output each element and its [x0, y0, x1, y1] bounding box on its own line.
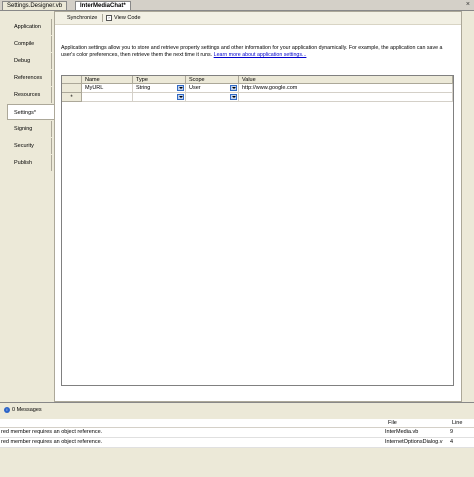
column-header-label: Name: [85, 77, 100, 83]
column-header-value[interactable]: Value: [239, 76, 453, 84]
doc-tab-settings-designer[interactable]: Settings.Designer.vb: [2, 1, 68, 10]
setting-name-cell[interactable]: MyURL: [82, 84, 133, 93]
tab-label: Settings*: [14, 110, 37, 116]
tab-label: References: [14, 75, 43, 81]
settings-grid: Name Type Scope Value MyURL String User …: [61, 75, 454, 386]
column-header-name[interactable]: Name: [82, 76, 133, 84]
tab-label: Security: [14, 143, 34, 149]
right-scroll-strip: [462, 11, 474, 402]
error-file: InternetOptionsDialog.v: [385, 439, 443, 445]
close-icon[interactable]: ×: [466, 0, 470, 10]
error-list-toolbar: i0 Messages: [0, 405, 474, 416]
cell-text: User: [189, 85, 201, 91]
tab-security[interactable]: Security: [8, 138, 52, 154]
error-line: 4: [450, 439, 454, 445]
tab-label: Signing: [14, 126, 33, 132]
project-property-tabs: Application Compile Debug References Res…: [0, 11, 55, 402]
tab-label: Resources: [14, 92, 41, 98]
column-header-label: Scope: [189, 77, 205, 83]
messages-label: 0 Messages: [12, 407, 42, 413]
settings-description: Application settings allow you to store …: [61, 45, 457, 59]
setting-value-cell[interactable]: http://www.google.com: [239, 84, 453, 93]
tab-application[interactable]: Application: [8, 19, 52, 35]
settings-panel: Synchronize › View Code Application setti…: [54, 11, 462, 402]
row-header[interactable]: [62, 84, 82, 93]
tab-publish[interactable]: Publish: [8, 155, 52, 171]
learn-more-link[interactable]: Learn more about application settings...: [214, 52, 307, 58]
messages-filter-button[interactable]: i0 Messages: [4, 406, 42, 415]
chevron-down-icon[interactable]: [230, 94, 237, 100]
synchronize-button[interactable]: Synchronize: [67, 14, 97, 22]
line-column-header[interactable]: Line: [452, 419, 462, 427]
file-column-header[interactable]: File: [388, 419, 397, 427]
new-row-marker: *: [70, 95, 73, 101]
tab-settings[interactable]: Settings*: [7, 104, 55, 120]
error-row[interactable]: red member requires an object reference.…: [0, 438, 474, 448]
new-value-cell[interactable]: [239, 93, 453, 102]
chevron-down-icon[interactable]: [230, 85, 237, 91]
tab-resources[interactable]: Resources: [8, 87, 52, 103]
error-list-header: File Line: [0, 419, 474, 428]
chevron-down-icon[interactable]: [177, 85, 184, 91]
info-icon: i: [4, 406, 10, 413]
doc-tab-label: InterMediaChat*: [80, 3, 126, 9]
error-list: i0 Messages File Line red member require…: [0, 402, 474, 477]
toolbar-separator: [102, 14, 103, 22]
grid-corner: [62, 76, 82, 84]
synchronize-label: Synchronize: [67, 15, 98, 21]
tab-label: Publish: [14, 160, 33, 166]
chevron-down-icon[interactable]: [177, 94, 184, 100]
tab-label: Compile: [14, 41, 35, 47]
settings-toolbar: Synchronize › View Code: [55, 12, 461, 25]
view-code-icon: ›: [106, 14, 112, 21]
column-header-type[interactable]: Type: [133, 76, 186, 84]
new-name-cell[interactable]: [82, 93, 133, 102]
new-scope-select[interactable]: [186, 93, 239, 102]
setting-scope-select[interactable]: User: [186, 84, 239, 93]
new-row-header[interactable]: *: [62, 93, 82, 102]
cell-text: String: [136, 85, 151, 91]
column-header-label: Type: [136, 77, 148, 83]
document-tab-strip: Settings.Designer.vb InterMediaChat* ×: [0, 0, 474, 11]
error-file: InterMedia.vb: [385, 429, 419, 435]
cell-text: MyURL: [85, 85, 104, 91]
tab-label: Application: [14, 24, 41, 30]
tab-compile[interactable]: Compile: [8, 36, 52, 52]
doc-tab-intermediachat[interactable]: InterMediaChat*: [75, 1, 131, 10]
cell-text: http://www.google.com: [242, 85, 298, 91]
tab-debug[interactable]: Debug: [8, 53, 52, 69]
tab-signing[interactable]: Signing: [8, 121, 52, 137]
column-header-label: Value: [242, 77, 256, 83]
error-line: 9: [450, 429, 454, 435]
error-description: red member requires an object reference.: [1, 439, 103, 445]
error-row[interactable]: red member requires an object reference.…: [0, 428, 474, 438]
column-header-scope[interactable]: Scope: [186, 76, 239, 84]
doc-tab-label: Settings.Designer.vb: [7, 3, 63, 9]
tab-references[interactable]: References: [8, 70, 52, 86]
new-type-select[interactable]: [133, 93, 186, 102]
view-code-button[interactable]: › View Code: [106, 14, 141, 22]
view-code-label: View Code: [114, 15, 141, 21]
setting-type-select[interactable]: String: [133, 84, 186, 93]
error-description: red member requires an object reference.: [1, 429, 103, 435]
tab-label: Debug: [14, 58, 31, 64]
